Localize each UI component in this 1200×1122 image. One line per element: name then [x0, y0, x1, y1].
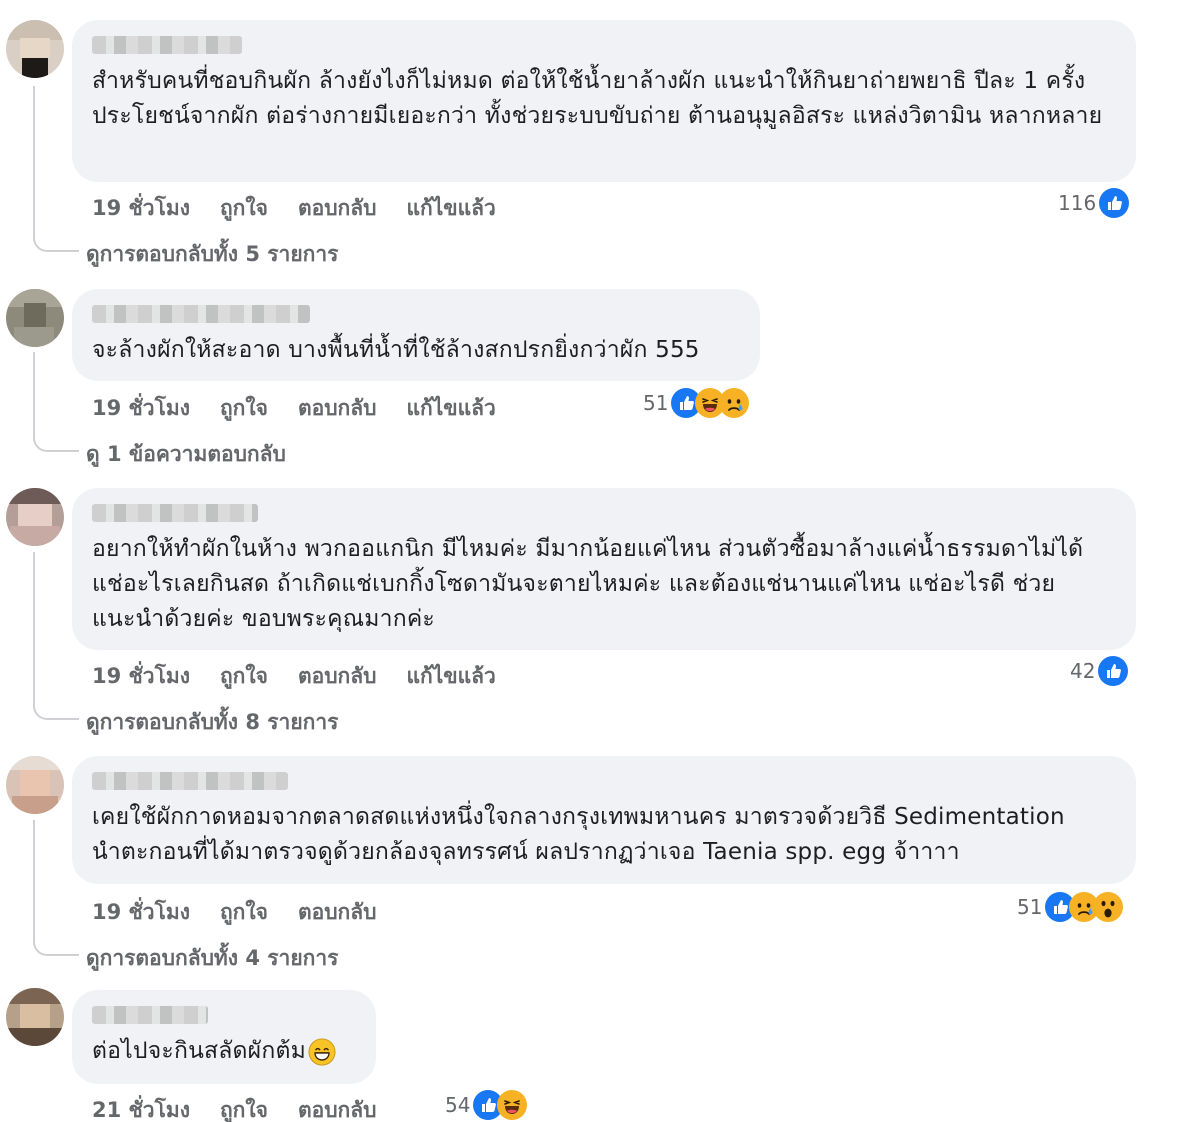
- reaction-summary[interactable]: 51: [1017, 892, 1123, 922]
- comment-actions: 19 ชั่วโมง ถูกใจ ตอบกลับ แก้ไขแล้ว: [92, 192, 526, 225]
- comment-bubble: ต่อไปจะกินสลัดผักต้ม: [72, 990, 376, 1084]
- comment-bubble: อยากให้ทำผักในห้าง พวกออแกนิก มีไหมค่ะ ม…: [72, 488, 1136, 650]
- reply-thread-line: [33, 352, 79, 452]
- view-replies-link[interactable]: ดู 1 ข้อความตอบกลับ: [86, 438, 286, 471]
- reaction-summary[interactable]: 116: [1058, 188, 1129, 218]
- commenter-name[interactable]: [92, 305, 310, 323]
- edited-label: แก้ไขแล้ว: [406, 196, 496, 220]
- reply-button[interactable]: ตอบกลับ: [298, 660, 377, 693]
- like-button[interactable]: ถูกใจ: [220, 192, 268, 225]
- reaction-summary[interactable]: 51: [643, 388, 749, 418]
- view-replies-link[interactable]: ดูการตอบกลับทั้ง 5 รายการ: [86, 238, 338, 271]
- comment-text-line-1: เคยใช้ผักกาดหอมจากตลาดสดแห่งหนึ่งใจกลางก…: [92, 804, 1065, 830]
- reaction-count: 42: [1070, 659, 1096, 683]
- comment-timestamp[interactable]: 19 ชั่วโมง: [92, 192, 190, 225]
- comment-timestamp[interactable]: 19 ชั่วโมง: [92, 896, 190, 929]
- view-replies-link[interactable]: ดูการตอบกลับทั้ง 8 รายการ: [86, 706, 338, 739]
- sad-icon: [719, 388, 749, 418]
- avatar[interactable]: [6, 20, 64, 78]
- reply-button[interactable]: ตอบกลับ: [298, 192, 377, 225]
- comment-timestamp[interactable]: 19 ชั่วโมง: [92, 660, 190, 693]
- comment-bubble: จะล้างผักให้สะอาด บางพื้นที่น้ำที่ใช้ล้า…: [72, 289, 760, 381]
- comment-text: สำหรับคนที่ชอบกินผัก ล้างยังไงก็ไม่หมด ต…: [92, 68, 1103, 129]
- comment-actions: 21 ชั่วโมง ถูกใจ ตอบกลับ: [92, 1094, 406, 1122]
- avatar[interactable]: [6, 488, 64, 546]
- reaction-summary[interactable]: 42: [1070, 656, 1128, 686]
- comment-actions: 19 ชั่วโมง ถูกใจ ตอบกลับ แก้ไขแล้ว: [92, 660, 526, 693]
- comment-text: อยากให้ทำผักในห้าง พวกออแกนิก มีไหมค่ะ ม…: [92, 536, 1084, 632]
- reaction-count: 51: [643, 391, 669, 415]
- like-button[interactable]: ถูกใจ: [220, 896, 268, 929]
- commenter-name[interactable]: [92, 504, 258, 522]
- comment-text-line-2: นำตะกอนที่ได้มาตรวจดูด้วยกล้องจุลทรรศน์ …: [92, 839, 960, 865]
- grinning-emoji-icon: [308, 1038, 336, 1066]
- view-replies-link[interactable]: ดูการตอบกลับทั้ง 4 รายการ: [86, 942, 338, 975]
- reaction-count: 51: [1017, 895, 1043, 919]
- comment-actions: 19 ชั่วโมง ถูกใจ ตอบกลับ แก้ไขแล้ว: [92, 392, 526, 425]
- comment-text-content: ต่อไปจะกินสลัดผักต้ม: [92, 1038, 306, 1064]
- edited-label: แก้ไขแล้ว: [406, 396, 496, 420]
- comment-text: ต่อไปจะกินสลัดผักต้ม: [92, 1034, 354, 1069]
- edited-label: แก้ไขแล้ว: [406, 664, 496, 688]
- reaction-count: 116: [1058, 191, 1097, 215]
- reply-button[interactable]: ตอบกลับ: [298, 896, 377, 929]
- avatar[interactable]: [6, 756, 64, 814]
- reply-button[interactable]: ตอบกลับ: [298, 1094, 377, 1122]
- wow-icon: [1093, 892, 1123, 922]
- comment-bubble: สำหรับคนที่ชอบกินผัก ล้างยังไงก็ไม่หมด ต…: [72, 20, 1136, 182]
- haha-icon: [497, 1090, 527, 1120]
- like-button[interactable]: ถูกใจ: [220, 1094, 268, 1122]
- comment-actions: 19 ชั่วโมง ถูกใจ ตอบกลับ: [92, 896, 406, 929]
- comment-text: จะล้างผักให้สะอาด บางพื้นที่น้ำที่ใช้ล้า…: [92, 337, 700, 363]
- comment-timestamp[interactable]: 21 ชั่วโมง: [92, 1094, 190, 1122]
- commenter-name[interactable]: [92, 1006, 208, 1024]
- like-icon: [1099, 188, 1129, 218]
- comment-timestamp[interactable]: 19 ชั่วโมง: [92, 392, 190, 425]
- reply-button[interactable]: ตอบกลับ: [298, 392, 377, 425]
- commenter-name[interactable]: [92, 36, 242, 54]
- like-icon: [1098, 656, 1128, 686]
- commenter-name[interactable]: [92, 772, 288, 790]
- like-button[interactable]: ถูกใจ: [220, 392, 268, 425]
- avatar[interactable]: [6, 289, 64, 347]
- reaction-count: 54: [445, 1093, 471, 1117]
- avatar[interactable]: [6, 988, 64, 1046]
- comment-bubble: เคยใช้ผักกาดหอมจากตลาดสดแห่งหนึ่งใจกลางก…: [72, 756, 1136, 884]
- reaction-summary[interactable]: 54: [445, 1090, 527, 1120]
- like-button[interactable]: ถูกใจ: [220, 660, 268, 693]
